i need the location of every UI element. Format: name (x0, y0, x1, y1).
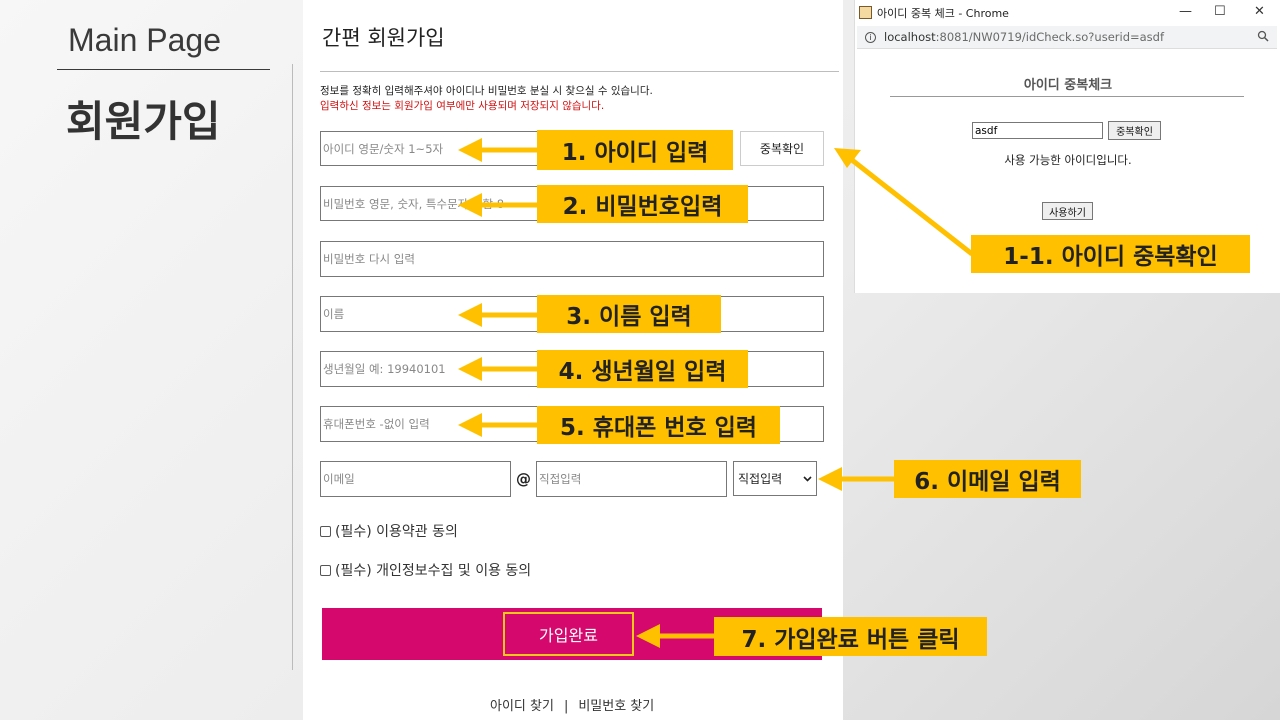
popup-url-bar[interactable]: i localhost:8081/NW0719/idCheck.so?useri… (857, 26, 1277, 49)
maximize-icon[interactable]: ☐ (1214, 4, 1226, 19)
agree-privacy-row[interactable]: (필수) 개인정보수집 및 이용 동의 (320, 560, 531, 580)
minimize-icon[interactable]: — (1179, 4, 1192, 19)
close-icon[interactable]: ✕ (1254, 4, 1265, 19)
callout-password-input: 2. 비밀번호입력 (537, 185, 748, 223)
info-icon[interactable]: i (865, 31, 876, 43)
url-path: :8081/NW0719/idCheck.so?userid=asdf (935, 30, 1165, 44)
form-title-rule (320, 71, 839, 72)
email-domain-select[interactable]: 직접입력 (733, 461, 817, 496)
password-confirm-input[interactable] (320, 241, 824, 277)
find-links: 아이디 찾기 | 비밀번호 찾기 (490, 695, 654, 714)
popup-heading-rule (890, 96, 1244, 97)
slide-title: Main Page (68, 22, 221, 58)
agree-privacy-label: (필수) 개인정보수집 및 이용 동의 (335, 563, 532, 579)
callout-id-input: 1. 아이디 입력 (537, 130, 733, 170)
agree-terms-row[interactable]: (필수) 이용약관 동의 (320, 521, 458, 541)
find-password-link[interactable]: 비밀번호 찾기 (578, 695, 654, 714)
agree-terms-checkbox[interactable] (320, 525, 331, 537)
agree-privacy-checkbox[interactable] (320, 564, 331, 576)
email-domain-input[interactable] (536, 461, 727, 497)
slide-heading: 회원가입 (66, 97, 221, 146)
popup-heading: 아이디 중복체크 (1023, 78, 1113, 93)
popup-userid-input[interactable] (972, 122, 1103, 139)
popup-result-message: 사용 가능한 아이디입니다. (1004, 153, 1132, 167)
popup-check-button[interactable]: 중복확인 (1108, 121, 1161, 140)
link-separator: | (563, 699, 569, 714)
callout-name-input: 3. 이름 입력 (537, 295, 721, 333)
find-id-link[interactable]: 아이디 찾기 (490, 695, 554, 714)
privacy-notice-text: 입력하신 정보는 회원가입 여부에만 사용되며 저장되지 않습니다. (320, 100, 605, 112)
zoom-icon[interactable] (1257, 30, 1269, 42)
at-symbol: @ (516, 470, 531, 488)
divider-line (292, 64, 293, 670)
callout-submit-button: 7. 가입완료 버튼 클릭 (714, 617, 987, 656)
callout-email-input: 6. 이메일 입력 (894, 460, 1081, 498)
popup-window-title: 아이디 중복 체크 - Chrome (877, 6, 1009, 20)
form-title: 간편 회원가입 (322, 26, 445, 50)
signup-submit-button[interactable]: 가입완료 (503, 612, 634, 656)
email-domain-select-value: 직접입력 (738, 472, 783, 486)
url-host: localhost (884, 30, 936, 44)
slide-title-rule (57, 69, 270, 70)
notice-text: 정보를 정확히 입력해주셔야 아이디나 비밀번호 분실 시 찾으실 수 있습니다… (320, 85, 653, 97)
id-check-button[interactable]: 중복확인 (740, 131, 824, 166)
callout-birthdate-input: 4. 생년월일 입력 (537, 350, 748, 388)
email-id-input[interactable] (320, 461, 511, 497)
agree-terms-label: (필수) 이용약관 동의 (335, 524, 458, 540)
page-favicon-icon (859, 6, 872, 19)
callout-phone-input: 5. 휴대폰 번호 입력 (537, 406, 780, 444)
popup-use-button[interactable]: 사용하기 (1042, 202, 1093, 220)
chevron-down-icon (803, 475, 812, 482)
callout-id-check: 1-1. 아이디 중복확인 (971, 235, 1250, 273)
